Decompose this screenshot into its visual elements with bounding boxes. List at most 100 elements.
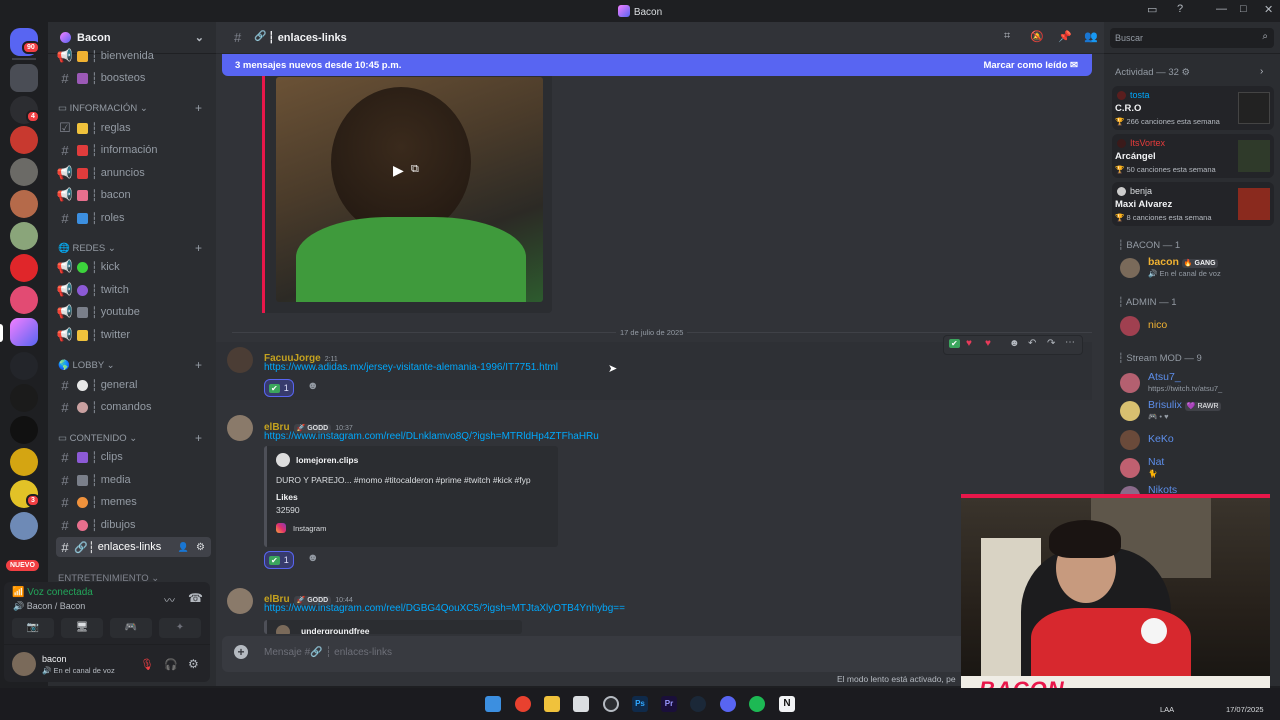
member-item[interactable]: nico	[1120, 314, 1270, 338]
new-servers-pill[interactable]: NUEVO	[6, 560, 39, 571]
avatar[interactable]	[227, 415, 253, 441]
add-channel-icon[interactable]: +	[195, 101, 202, 115]
reaction-check[interactable]: ✔ 1	[264, 379, 294, 397]
search-input[interactable]: Buscar ⌕	[1110, 28, 1274, 48]
add-channel-icon[interactable]: +	[195, 358, 202, 372]
chrome-icon[interactable]	[515, 696, 531, 712]
spotify-icon[interactable]	[749, 696, 765, 712]
reply-icon[interactable]: ↶	[1028, 338, 1036, 349]
activity-card[interactable]: benja Maxi Alvarez 🏆 8 canciones esta se…	[1112, 182, 1274, 226]
member-item[interactable]: bacon 🔥 GANG 🔊 En el canal de voz	[1120, 256, 1270, 280]
system-date[interactable]: 17/07/2025	[1226, 705, 1264, 714]
pin-icon[interactable]: 📌	[1058, 30, 1072, 43]
screen-share-button[interactable]: 🖥	[61, 618, 103, 638]
activity-button[interactable]: 🎮	[110, 618, 152, 638]
more-icon[interactable]: ⋯	[1065, 337, 1075, 348]
channel-item[interactable]: 📢 ┆ kick	[56, 257, 211, 277]
server-icon[interactable]	[10, 448, 38, 476]
embed-author[interactable]: undergroundfree	[301, 626, 369, 634]
members-icon[interactable]: 👥	[1084, 30, 1098, 43]
channel-item[interactable]: # ┆ boosteos	[56, 68, 211, 88]
notifications-off-icon[interactable]: 🔕	[1030, 30, 1044, 43]
server-icon[interactable]	[10, 384, 38, 412]
video-thumbnail[interactable]: ▶ ⧉	[276, 77, 543, 302]
member-item[interactable]: Brisulix 💜 RAWR 🎮 • ♥	[1120, 399, 1270, 423]
member-item[interactable]: Atsu7_ https://twitch.tv/atsu7_	[1120, 371, 1270, 395]
camera-off-button[interactable]: 📷	[12, 618, 54, 638]
new-messages-banner[interactable]: 3 mensajes nuevos desde 10:45 p.m. Marca…	[222, 54, 1092, 76]
minimize-button[interactable]: —	[1216, 3, 1227, 15]
activity-card[interactable]: tosta C.R.O 🏆 266 canciones esta semana	[1112, 86, 1274, 130]
server-icon[interactable]	[10, 126, 38, 154]
add-reaction-icon[interactable]: ☻	[307, 552, 319, 564]
deafen-icon[interactable]: 🎧	[164, 658, 178, 671]
obs-icon[interactable]	[603, 696, 619, 712]
channel-item[interactable]: 📢 ┆ twitch	[56, 280, 211, 300]
user-avatar[interactable]	[12, 652, 36, 676]
member-item[interactable]: Nikots	[1120, 484, 1270, 494]
message-link[interactable]: https://www.adidas.mx/jersey-visitante-a…	[264, 362, 558, 373]
chevron-right-icon[interactable]: ›	[1260, 66, 1263, 77]
server-icon[interactable]	[10, 352, 38, 380]
avatar[interactable]	[227, 347, 253, 373]
channel-item[interactable]: # ┆ comandos	[56, 397, 211, 417]
server-icon[interactable]	[10, 222, 38, 250]
server-icon[interactable]	[10, 286, 38, 314]
threads-icon[interactable]: ⌗	[1004, 30, 1010, 43]
play-icon[interactable]: ▶	[393, 162, 404, 179]
close-button[interactable]: ✕	[1264, 3, 1273, 16]
category-informacion[interactable]: ▭ INFORMACIÓN ⌄	[58, 103, 148, 114]
activity-header[interactable]: Actividad — 32 ⚙	[1115, 67, 1190, 78]
add-channel-icon[interactable]: +	[195, 431, 202, 445]
channel-item[interactable]: 📢 ┆ twitter	[56, 325, 211, 345]
activity-card[interactable]: ItsVortex Arcángel 🏆 50 canciones esta s…	[1112, 134, 1274, 178]
disconnect-icon[interactable]: ☎	[188, 591, 203, 605]
heart-icon[interactable]: ♥	[966, 338, 972, 349]
gear-icon[interactable]: ⚙	[196, 542, 205, 553]
server-icon[interactable]	[10, 158, 38, 186]
channel-item[interactable]: # ┆ roles	[56, 208, 211, 228]
channel-item[interactable]: 📢 ┆ bienvenida	[56, 46, 211, 66]
category-redes[interactable]: 🌐 REDES ⌄	[58, 243, 116, 254]
channel-item[interactable]: # ┆ general	[56, 375, 211, 395]
noise-suppression-icon[interactable]: 〰	[164, 592, 175, 608]
help-icon[interactable]: ?	[1177, 3, 1183, 15]
channel-item[interactable]: # ┆ dibujos	[56, 515, 211, 535]
server-icon-bacon[interactable]	[10, 318, 38, 346]
add-member-icon[interactable]: 👤	[178, 542, 189, 553]
channel-item[interactable]: ☑ ┆ reglas	[56, 118, 211, 138]
server-icon[interactable]	[10, 64, 38, 92]
user-settings-icon[interactable]: ⚙	[188, 657, 199, 671]
server-icon[interactable]	[10, 190, 38, 218]
channel-item[interactable]: 📢 ┆ youtube	[56, 302, 211, 322]
popout-icon[interactable]: ⧉	[411, 163, 419, 176]
start-button-icon[interactable]	[485, 696, 501, 712]
mute-icon[interactable]: 🎙	[140, 658, 154, 671]
heart-icon[interactable]: ♥	[985, 338, 991, 349]
channel-item[interactable]: 📢 ┆ bacon	[56, 185, 211, 205]
add-reaction-icon[interactable]: ☻	[1009, 338, 1020, 349]
photoshop-icon[interactable]: Ps	[632, 696, 648, 712]
channel-item[interactable]: # ┆ media	[56, 470, 211, 490]
steam-icon[interactable]	[690, 696, 706, 712]
avatar[interactable]	[227, 588, 253, 614]
message-link[interactable]: https://www.instagram.com/reel/DGBG4QouX…	[264, 603, 625, 614]
discord-icon[interactable]	[720, 696, 736, 712]
file-explorer-icon[interactable]	[544, 696, 560, 712]
keyboard-language[interactable]: LAA	[1160, 705, 1174, 714]
inbox-icon[interactable]: ▭	[1147, 3, 1157, 16]
channel-item[interactable]: 📢 ┆ anuncios	[56, 163, 211, 183]
category-contenido[interactable]: ▭ CONTENIDO ⌄	[58, 433, 137, 444]
soundboard-button[interactable]: ✦	[159, 618, 201, 638]
upload-plus-icon[interactable]: +	[234, 645, 248, 659]
maximize-button[interactable]: □	[1240, 3, 1247, 15]
add-channel-icon[interactable]: +	[195, 241, 202, 255]
channel-item-active[interactable]: # 🔗 ┆ enlaces-links 👤 ⚙	[56, 537, 211, 557]
server-icon[interactable]	[10, 512, 38, 540]
reaction-check[interactable]: ✔ 1	[264, 551, 294, 569]
notion-icon[interactable]: N	[779, 696, 795, 712]
premiere-icon[interactable]: Pr	[661, 696, 677, 712]
channel-item[interactable]: # ┆ clips	[56, 447, 211, 467]
server-icon[interactable]	[10, 254, 38, 282]
message-link[interactable]: https://www.instagram.com/reel/DLnklamvo…	[264, 431, 599, 442]
